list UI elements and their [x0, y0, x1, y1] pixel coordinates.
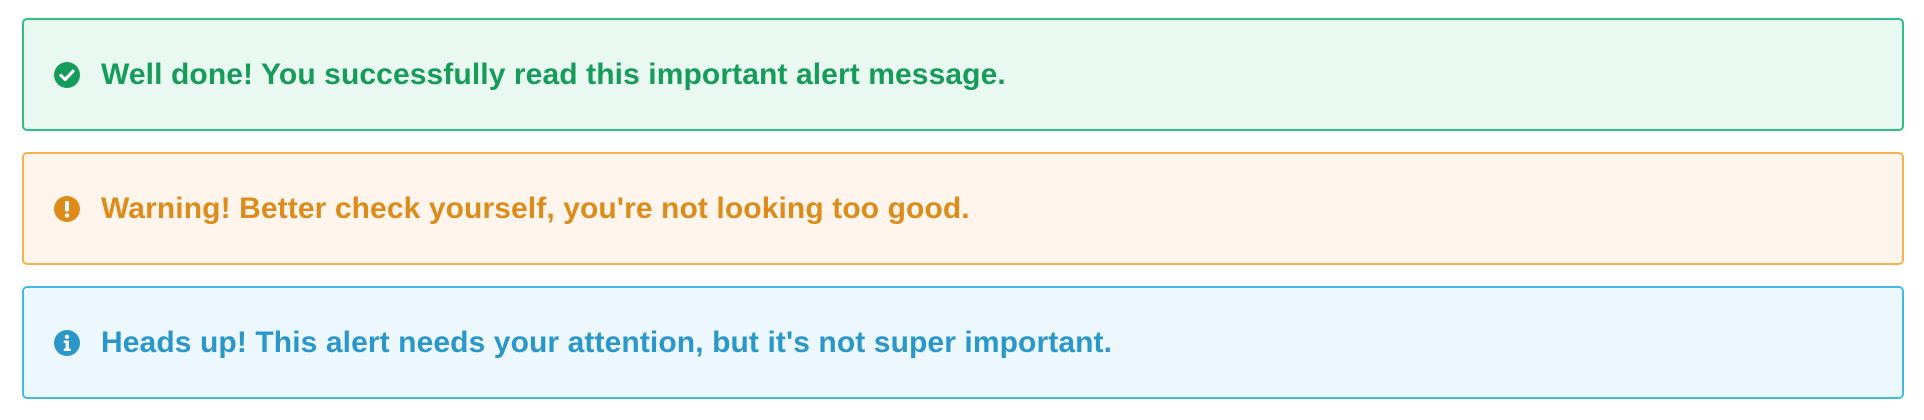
info-alert-text: Heads up! This alert needs your attentio…	[101, 325, 1113, 359]
alerts-list: Well done! You successfully read this im…	[22, 18, 1904, 420]
warning-alert-text: Warning! Better check yourself, you're n…	[101, 191, 970, 225]
exclamation-circle-icon	[53, 195, 81, 223]
success-alert-text: Well done! You successfully read this im…	[101, 57, 1006, 91]
info-alert: Heads up! This alert needs your attentio…	[22, 286, 1904, 399]
info-circle-icon	[53, 329, 81, 357]
check-circle-icon	[53, 61, 81, 89]
success-alert: Well done! You successfully read this im…	[22, 18, 1904, 131]
warning-alert: Warning! Better check yourself, you're n…	[22, 152, 1904, 265]
